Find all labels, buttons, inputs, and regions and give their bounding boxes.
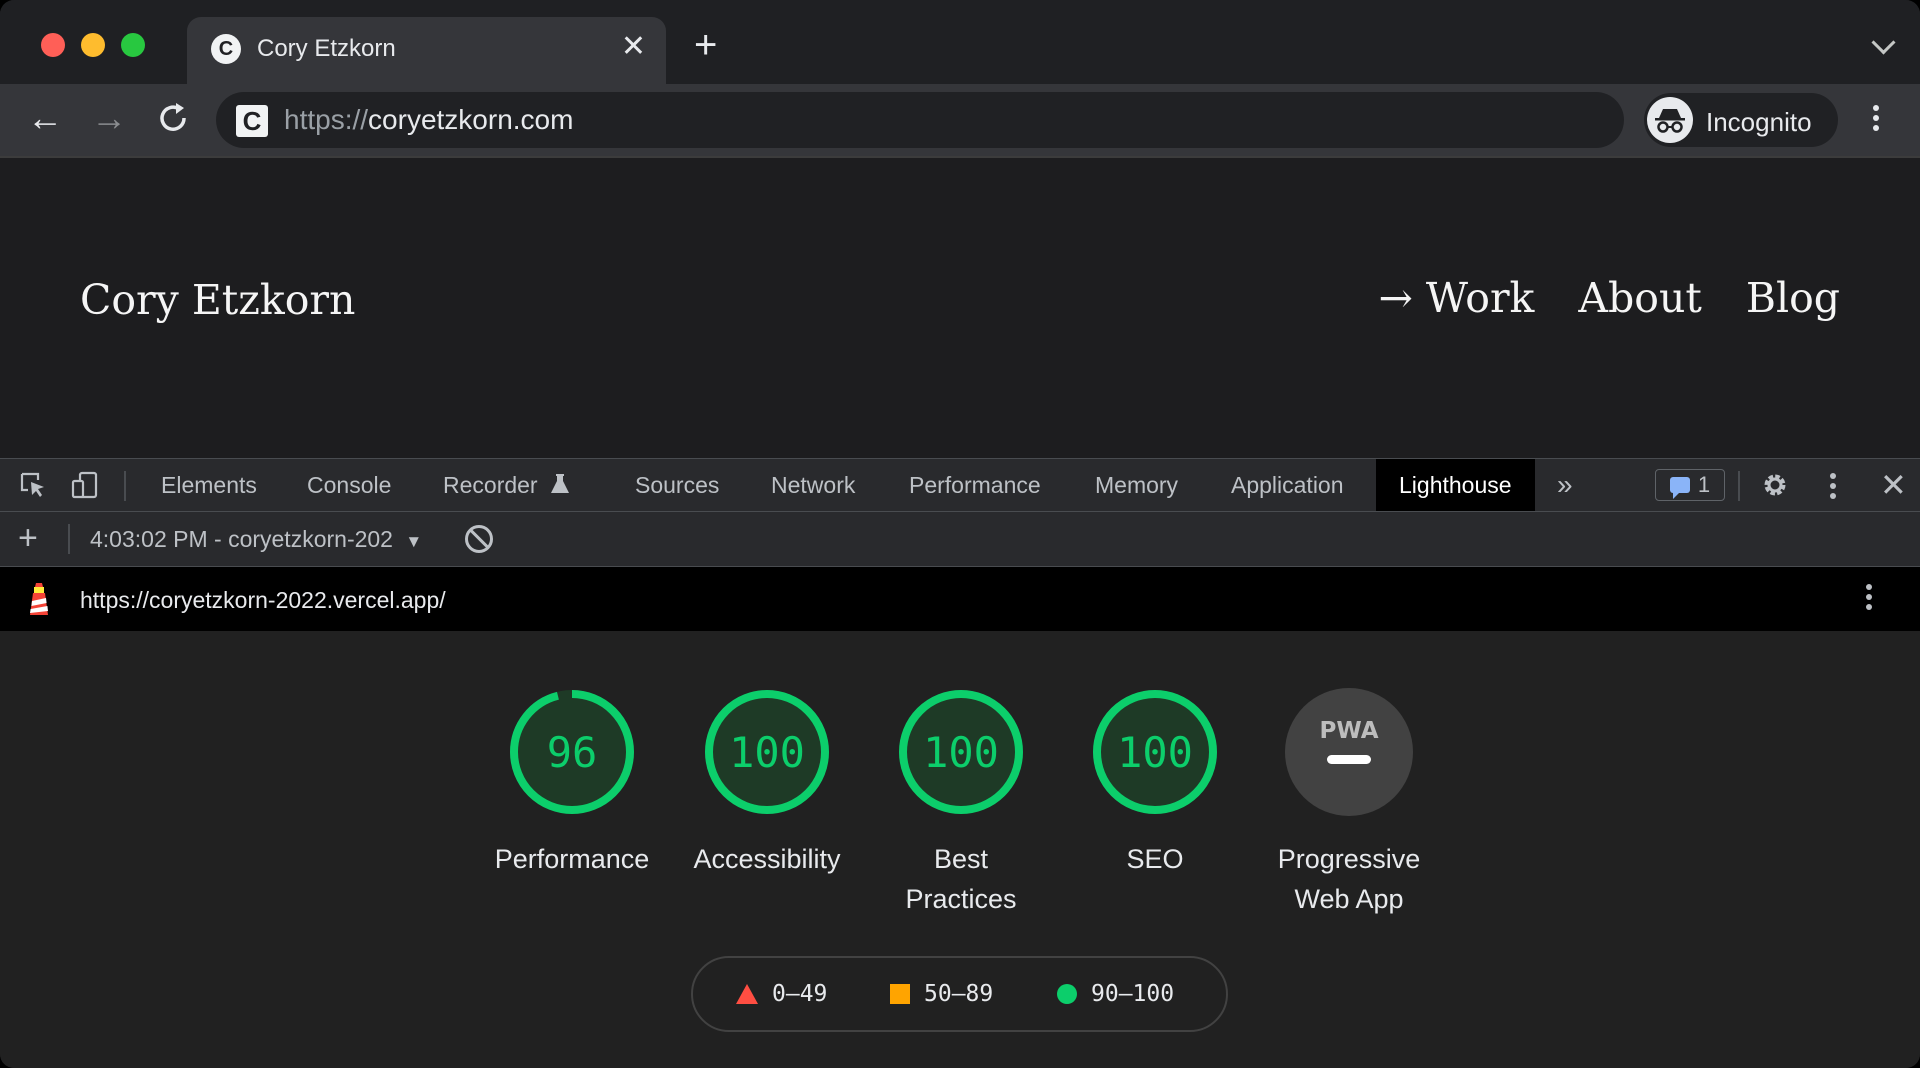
experiment-flask-icon (551, 474, 569, 493)
clear-reports-icon[interactable] (465, 525, 493, 553)
legend-average: 50–89 (890, 981, 993, 1007)
score-scale-legend: 0–49 50–89 90–100 (691, 956, 1228, 1032)
issues-count: 1 (1697, 472, 1711, 497)
circle-icon (1057, 984, 1077, 1004)
tab-performance[interactable]: Performance (909, 459, 1041, 511)
gauge-accessibility[interactable]: 100 Accessibility (682, 687, 852, 879)
minimize-window-button[interactable] (81, 33, 105, 57)
nav-blog-link[interactable]: Blog (1746, 274, 1840, 322)
gauge-performance[interactable]: 96 Performance (487, 687, 657, 879)
devtools-tab-bar: Elements Console Recorder Sources Networ… (0, 458, 1920, 512)
gauge-best-practices[interactable]: 100 Best Practices (876, 687, 1046, 919)
pwa-badge-icon: PWA (1285, 688, 1413, 816)
tab-lighthouse[interactable]: Lighthouse (1376, 459, 1535, 511)
lighthouse-report: 96 Performance 100 Accessibility 100 Best Prac… (0, 631, 1920, 1068)
score-gauge-ring: 100 (1093, 690, 1217, 814)
new-report-button[interactable]: + (18, 520, 38, 556)
device-toolbar-icon[interactable] (71, 471, 99, 499)
score-value: 100 (1117, 728, 1193, 777)
forward-button[interactable]: → (91, 98, 127, 138)
nav-about-link[interactable]: About (1578, 274, 1701, 322)
close-devtools-icon[interactable]: ✕ (1880, 465, 1907, 505)
lighthouse-toolbar: + 4:03:02 PM - coryetzkorn-202 ▼ (0, 512, 1920, 567)
gauge-label: SEO (1126, 844, 1184, 874)
gauge-label: Best Practices (905, 844, 1017, 914)
gauge-label: Progressive Web App (1277, 844, 1421, 914)
score-gauge-ring: 96 (510, 690, 634, 814)
address-url[interactable]: https://coryetzkorn.com (284, 104, 573, 136)
reload-button[interactable] (155, 98, 191, 146)
gauge-progressive-web-app[interactable]: PWA Progressive Web App (1264, 687, 1434, 919)
tab-search-chevron-icon[interactable] (1871, 30, 1896, 55)
site-info-icon[interactable]: C (236, 105, 268, 137)
gear-icon[interactable] (1761, 471, 1789, 499)
nav-work-link[interactable]: → Work (1379, 274, 1535, 322)
site-favicon-icon: C (211, 34, 241, 64)
toolbar-divider (68, 524, 70, 554)
zoom-window-button[interactable] (121, 33, 145, 57)
tab-title: Cory Etzkorn (257, 35, 396, 62)
score-value: 100 (923, 728, 999, 777)
incognito-label: Incognito (1706, 107, 1812, 137)
report-url-bar: https://coryetzkorn-2022.vercel.app/ (0, 567, 1920, 631)
score-gauge-ring: 100 (899, 690, 1023, 814)
score-gauge-ring: 100 (705, 690, 829, 814)
tab-recorder-label: Recorder (443, 472, 538, 498)
site-title[interactable]: Cory Etzkorn (80, 276, 355, 324)
more-tabs-chevron-icon[interactable]: » (1557, 459, 1573, 511)
toolbar-divider (1738, 471, 1740, 501)
triangle-icon (736, 984, 758, 1004)
tab-elements[interactable]: Elements (161, 459, 257, 511)
tab-console[interactable]: Console (307, 459, 391, 511)
back-button[interactable]: ← (27, 98, 63, 138)
browser-window: C Cory Etzkorn ✕ + ← → C https://coryetz… (0, 0, 1920, 1068)
legend-fail: 0–49 (736, 981, 827, 1007)
score-value: 96 (547, 728, 598, 777)
report-select-dropdown[interactable]: 4:03:02 PM - coryetzkorn-202 ▼ (90, 526, 422, 553)
gauge-label: Performance (494, 844, 650, 874)
tab-application[interactable]: Application (1231, 459, 1344, 511)
lighthouse-logo-icon (30, 583, 48, 615)
incognito-icon (1647, 97, 1693, 143)
address-bar[interactable]: C https://coryetzkorn.com (216, 92, 1624, 148)
score-value: 100 (729, 728, 805, 777)
tab-memory[interactable]: Memory (1095, 459, 1178, 511)
report-menu-icon[interactable] (1866, 584, 1872, 610)
site-nav: → Work About Blog (1379, 274, 1840, 322)
square-icon (890, 984, 910, 1004)
new-tab-button[interactable]: + (694, 25, 717, 65)
inspect-element-icon[interactable] (19, 471, 47, 499)
close-tab-icon[interactable]: ✕ (621, 29, 646, 64)
tab-network[interactable]: Network (771, 459, 855, 511)
report-select-value: 4:03:02 PM - coryetzkorn-202 (90, 526, 393, 552)
gauge-seo[interactable]: 100 SEO (1070, 687, 1240, 879)
page-viewport: Cory Etzkorn → Work About Blog (0, 156, 1920, 458)
chrome-menu-icon[interactable] (1873, 105, 1879, 131)
legend-pass: 90–100 (1057, 981, 1174, 1007)
gauge-label: Accessibility (693, 844, 841, 874)
tab-sources[interactable]: Sources (635, 459, 719, 511)
incognito-indicator[interactable]: Incognito (1644, 93, 1838, 147)
reload-icon (160, 103, 186, 131)
close-window-button[interactable] (41, 33, 65, 57)
issues-counter-button[interactable]: 1 (1655, 469, 1725, 501)
message-icon (1669, 477, 1690, 499)
tab-recorder[interactable]: Recorder (443, 459, 570, 511)
browser-tab[interactable]: C Cory Etzkorn ✕ (187, 17, 666, 84)
dropdown-arrow-icon: ▼ (405, 532, 423, 551)
browser-toolbar: ← → C https://coryetzkorn.com Incognito (0, 84, 1920, 156)
report-url[interactable]: https://coryetzkorn-2022.vercel.app/ (80, 587, 446, 614)
svg-text:PWA: PWA (1320, 718, 1379, 744)
devtools-menu-icon[interactable] (1830, 473, 1836, 499)
toolbar-divider (124, 471, 126, 501)
tab-strip: C Cory Etzkorn ✕ + (0, 0, 1920, 84)
